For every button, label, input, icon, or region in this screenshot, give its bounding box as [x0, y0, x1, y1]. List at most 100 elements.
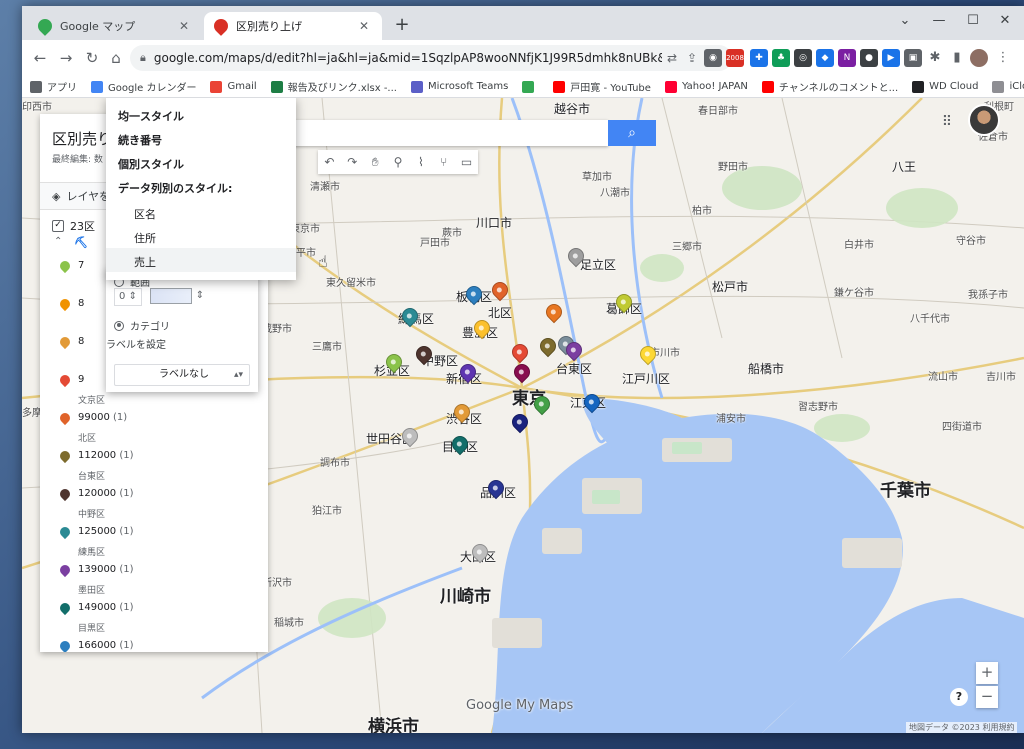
layer-row[interactable]: ✓ 23区 [52, 218, 95, 234]
hand-cursor-icon: ☝︎ [318, 252, 328, 271]
menu-item-6[interactable]: 売上 [134, 254, 156, 270]
map-place-label: 越谷市 [554, 102, 591, 116]
bookmark-item[interactable]: Gmail [210, 80, 257, 93]
legend-pin-icon [57, 334, 73, 350]
extension-icon[interactable]: ▶ [882, 49, 900, 67]
legend-sales-value: 99000 [78, 412, 110, 423]
range-stepper[interactable]: 0 ⇕ [114, 288, 142, 306]
layer-checkbox[interactable]: ✓ [52, 220, 64, 232]
bookmark-item[interactable]: Google カレンダー [91, 79, 196, 94]
forward-arrow-icon[interactable]: → [54, 46, 78, 70]
bookmark-item[interactable] [522, 80, 539, 93]
translate-icon[interactable]: ⇄ [662, 51, 682, 65]
legend-ward-name: 目黒区 [78, 624, 106, 634]
bookmark-item[interactable]: WD Cloud [912, 80, 978, 93]
legend-count: (1) [119, 450, 134, 461]
new-tab-button[interactable]: + [390, 14, 414, 38]
legend-ward-name: 文京区 [78, 396, 106, 406]
extensions-puzzle-icon[interactable]: ✱ [926, 49, 944, 67]
close-icon[interactable]: ✕ [176, 19, 192, 33]
map-place-label: 狛江市 [312, 506, 342, 517]
menu-item-4[interactable]: 区名 [134, 206, 156, 222]
category-option[interactable]: カテゴリ [114, 318, 170, 333]
sidebar-icon[interactable]: ▮ [948, 49, 966, 67]
menu-item-5[interactable]: 住所 [134, 230, 156, 246]
map-attribution[interactable]: 地図データ ©2023 利用規約 [906, 722, 1018, 733]
legend-sales-value: 166000 [78, 640, 117, 651]
bookmark-item[interactable]: Yahoo! JAPAN [664, 80, 748, 93]
menu-item-1[interactable]: 続き番号 [118, 132, 162, 148]
bookmark-label: 報告及びリンク.xlsx -... [287, 83, 397, 94]
bookmark-label: Yahoo! JAPAN [681, 81, 748, 92]
add-marker-icon[interactable]: ⚲ [387, 155, 410, 169]
url-text: google.com/maps/d/edit?hl=ja&hl=ja&mid=1… [153, 51, 662, 65]
category-radio[interactable] [114, 320, 124, 331]
address-bar[interactable]: 🔒︎ google.com/maps/d/edit?hl=ja&hl=ja&mi… [130, 45, 732, 71]
tab-search-chevron-icon[interactable]: ⌄ [888, 10, 922, 34]
menu-item-2[interactable]: 個別スタイル [118, 156, 184, 172]
bookmark-item[interactable]: アプリ [30, 79, 77, 94]
color-gradient-swatch[interactable] [150, 288, 192, 304]
window-close-button[interactable]: ✕ [988, 10, 1022, 34]
extension-icon[interactable]: ✚ [750, 49, 768, 67]
map-canvas[interactable]: 越谷市春日部市草加市八潮市川口市戸田市蕨市三郷市和光市足立区松戸市板橋区北区葛飾… [22, 98, 1024, 733]
tab-google-maps[interactable]: Google マップ ✕ [28, 12, 202, 40]
extension-icon[interactable]: ♣ [772, 49, 790, 67]
onenote-extension-icon[interactable]: N [838, 49, 856, 67]
redo-icon[interactable]: ↷ [341, 155, 364, 169]
home-icon[interactable]: ⌂ [104, 46, 128, 70]
legend-count: (1) [119, 640, 134, 651]
map-search-input[interactable] [292, 120, 608, 146]
draw-line-icon[interactable]: ⌇ [409, 155, 432, 169]
legend-sales-value: 149000 [78, 602, 117, 613]
apps-grid-icon[interactable]: ⠿ [938, 114, 956, 132]
bookmark-item[interactable]: チャンネルのコメントと... [761, 79, 898, 94]
calendar-extension-icon[interactable]: 2008 [726, 49, 744, 67]
legend-pin-icon [57, 600, 73, 616]
bookmark-favicon-icon [30, 80, 42, 93]
user-avatar[interactable] [968, 104, 1000, 136]
bookmark-item[interactable]: 戸田寛 - YouTube [553, 79, 651, 94]
search-button[interactable]: ⌕ [608, 120, 656, 146]
extension-icon[interactable]: ◎ [794, 49, 812, 67]
back-arrow-icon[interactable]: ← [28, 46, 52, 70]
bookmark-item[interactable]: 報告及びリンク.xlsx -... [270, 79, 397, 94]
tab-my-maps[interactable]: 区別売り上げ ✕ [204, 12, 382, 40]
bookmark-item[interactable]: iCloud [992, 80, 1024, 93]
select-arrow-icon: ▴▾ [233, 370, 243, 380]
bookmark-favicon-icon [553, 80, 566, 93]
menu-kebab-icon[interactable]: ⋮ [994, 49, 1012, 67]
legend-value: 8 [78, 336, 84, 347]
hand-icon[interactable]: ✋︎ [364, 155, 387, 170]
search-icon: ⌕ [628, 125, 636, 141]
bookmark-item[interactable]: Microsoft Teams [410, 80, 508, 93]
reload-icon[interactable]: ↻ [80, 46, 104, 70]
browser-window: Google マップ ✕ 区別売り上げ ✕ + ⌄ — ☐ ✕ ← → ↻ ⌂ … [22, 6, 1024, 733]
extension-icon[interactable]: ● [860, 49, 878, 67]
profile-avatar[interactable] [970, 49, 988, 67]
collapse-chevron-icon[interactable]: ⌃ [54, 236, 62, 247]
legend-pin-icon [57, 562, 73, 578]
map-place-label: 吉川市 [986, 372, 1016, 383]
map-place-label: 台東区 [556, 362, 593, 376]
measure-ruler-icon[interactable]: ▭ [455, 155, 478, 169]
extension-icon[interactable]: ◆ [816, 49, 834, 67]
gradient-stepper-icon[interactable]: ⇕ [194, 288, 206, 306]
zoom-out-button[interactable]: − [976, 686, 998, 708]
browser-toolbar: ← → ↻ ⌂ 🔒︎ google.com/maps/d/edit?hl=ja&… [22, 40, 1024, 76]
category-label: カテゴリ [130, 322, 170, 333]
minimize-button[interactable]: — [922, 10, 956, 34]
help-button[interactable]: ? [950, 688, 968, 706]
label-select[interactable]: ラベルなし ▴▾ [114, 364, 250, 386]
close-icon[interactable]: ✕ [356, 19, 372, 33]
share-icon[interactable]: ⇪ [682, 51, 702, 65]
directions-icon[interactable]: ⑂ [432, 155, 455, 169]
undo-icon[interactable]: ↶ [318, 155, 341, 169]
style-paint-icon[interactable]: ⛏︎ [74, 236, 88, 249]
menu-item-0[interactable]: 均一スタイル [118, 108, 184, 124]
menu-item-3[interactable]: データ列別のスタイル: [118, 180, 232, 196]
camera-extension-icon[interactable]: ◉ [704, 49, 722, 67]
maximize-button[interactable]: ☐ [956, 10, 990, 34]
extension-icon[interactable]: ▣ [904, 49, 922, 67]
zoom-in-button[interactable]: + [976, 662, 998, 684]
